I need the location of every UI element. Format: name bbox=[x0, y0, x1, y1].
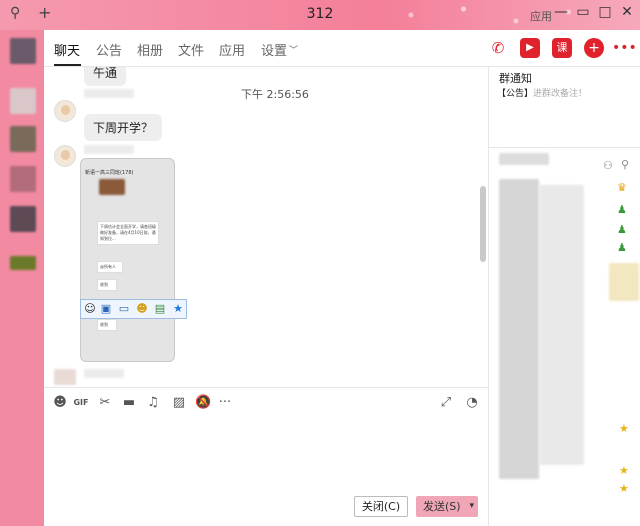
member-badge bbox=[609, 263, 639, 301]
group-announcement[interactable]: 【公告】进群改备注！ bbox=[497, 86, 587, 99]
close-button[interactable]: 关闭(C) bbox=[354, 496, 408, 517]
conversation-avatar[interactable] bbox=[10, 166, 36, 192]
avatar[interactable] bbox=[54, 369, 76, 385]
admin-icon: ♟ bbox=[617, 203, 627, 216]
image-icon[interactable]: ▨ bbox=[171, 395, 187, 410]
member-names bbox=[539, 185, 584, 465]
minimize-icon[interactable]: — bbox=[550, 4, 572, 20]
emoji-icon[interactable]: ☺ bbox=[83, 302, 97, 316]
member-list[interactable] bbox=[499, 179, 539, 479]
add-member-icon[interactable]: ⚇ bbox=[603, 159, 613, 172]
phone-icon[interactable]: ✆ bbox=[488, 38, 508, 58]
tab-settings[interactable]: 设置 bbox=[261, 40, 287, 59]
group-notice-title: 群通知 bbox=[499, 72, 532, 85]
screenshot-message: 收到 bbox=[97, 279, 117, 291]
avatar[interactable] bbox=[54, 145, 76, 167]
tab-files[interactable]: 文件 bbox=[178, 40, 204, 59]
more-icon[interactable]: ··· bbox=[217, 395, 233, 410]
sticker-icon[interactable]: ▤ bbox=[153, 302, 167, 316]
group-panel: 群通知 【公告】进群改备注！ ⚇ ⚲ ♛ ♟ ♟ ♟ ★ ★ ★ bbox=[488, 67, 640, 526]
add-member-icon[interactable]: + bbox=[584, 38, 604, 58]
tab-apps[interactable]: 应用 bbox=[219, 40, 245, 59]
emoji-icon[interactable]: ☻ bbox=[52, 395, 68, 410]
active-tab-indicator bbox=[54, 64, 81, 66]
star-icon: ★ bbox=[619, 464, 629, 477]
avatar[interactable] bbox=[54, 100, 76, 122]
screenshot-message: @所有人 bbox=[97, 261, 123, 273]
chat-history[interactable]: 午通 下午 2:56:56 下周开学？ 新语一高三同班(178) 下周估计会全面… bbox=[44, 67, 488, 387]
quick-emoji-bar: ☺ ▣ ▭ ☻ ▤ ★ bbox=[80, 299, 187, 319]
screen-icon[interactable]: ▭ bbox=[117, 302, 131, 316]
gif-icon[interactable]: GIF bbox=[73, 398, 89, 407]
sender-name bbox=[84, 145, 134, 154]
scissors-icon[interactable]: ✂ bbox=[97, 395, 113, 410]
video-icon[interactable]: ▶ bbox=[520, 38, 540, 58]
chat-scrollbar[interactable] bbox=[480, 186, 486, 262]
input-toolbar: ☻ GIF ✂ ▬ ♫ ▨ 🔕 ··· ⤢ ◔ bbox=[44, 387, 488, 417]
tab-announcement[interactable]: 公告 bbox=[96, 40, 122, 59]
skin-label[interactable]: 应用 bbox=[530, 8, 552, 24]
member-count bbox=[499, 153, 549, 165]
screenshot-message: 收到 bbox=[97, 319, 117, 331]
star-icon: ★ bbox=[619, 422, 629, 435]
admin-icon: ♟ bbox=[617, 241, 627, 254]
message-timestamp: 下午 2:56:56 bbox=[241, 88, 309, 101]
music-icon[interactable]: ♫ bbox=[145, 395, 161, 410]
owner-icon: ♛ bbox=[617, 181, 627, 194]
conversation-avatar[interactable] bbox=[10, 88, 36, 114]
image-message[interactable]: 新语一高三同班(178) 下周估计会全面开学，请各班级做好准备，请在4月10日前… bbox=[80, 158, 175, 362]
pin-icon[interactable]: ▭ bbox=[572, 4, 594, 20]
conversation-avatar[interactable] bbox=[10, 126, 36, 152]
conversation-avatar[interactable] bbox=[10, 256, 36, 270]
folder-icon[interactable]: ▬ bbox=[121, 395, 137, 410]
star-icon: ★ bbox=[619, 482, 629, 495]
favorite-icon[interactable]: ★ bbox=[171, 302, 185, 316]
divider bbox=[489, 147, 640, 148]
sender-name bbox=[84, 369, 124, 378]
tab-album[interactable]: 相册 bbox=[137, 40, 163, 59]
conversation-avatar[interactable] bbox=[10, 38, 36, 64]
screenshot-message: 下周估计会全面开学，请各班级做好准备，请在4月10日前，通知到位... bbox=[97, 221, 159, 245]
admin-icon: ♟ bbox=[617, 223, 627, 236]
course-button[interactable]: 课 bbox=[552, 38, 572, 58]
screenshot-header: 新语一高三同班(178) bbox=[85, 170, 134, 176]
mute-icon[interactable]: 🔕 bbox=[195, 395, 211, 410]
expand-icon[interactable]: ⤢ bbox=[438, 395, 454, 410]
save-icon[interactable]: ▣ bbox=[99, 302, 113, 316]
search-icon[interactable]: ⚲ bbox=[621, 158, 629, 171]
close-icon[interactable]: ✕ bbox=[616, 4, 638, 20]
send-button[interactable]: 发送(S) ▾ bbox=[416, 496, 478, 517]
history-icon[interactable]: ◔ bbox=[464, 395, 480, 410]
maximize-icon[interactable]: □ bbox=[594, 4, 616, 20]
tab-chat[interactable]: 聊天 bbox=[54, 40, 80, 59]
title-bar: ⚲ + 312 应用 — ▭ □ ✕ bbox=[0, 0, 640, 30]
message-bubble[interactable]: 下周开学？ bbox=[84, 114, 163, 141]
send-label: 发送(S) bbox=[423, 500, 461, 513]
face-icon[interactable]: ☻ bbox=[135, 302, 149, 316]
more-icon[interactable]: ••• bbox=[612, 38, 637, 58]
conversation-list[interactable] bbox=[0, 30, 44, 526]
conversation-avatar[interactable] bbox=[10, 206, 36, 232]
chevron-down-icon[interactable]: ﹀ bbox=[289, 43, 298, 56]
screenshot-image bbox=[99, 179, 125, 195]
sender-name bbox=[84, 89, 134, 98]
tab-bar: 聊天 公告 相册 文件 应用 设置 ﹀ bbox=[44, 30, 640, 67]
message-bubble[interactable]: 午通 bbox=[84, 67, 127, 86]
chevron-down-icon[interactable]: ▾ bbox=[469, 496, 474, 517]
